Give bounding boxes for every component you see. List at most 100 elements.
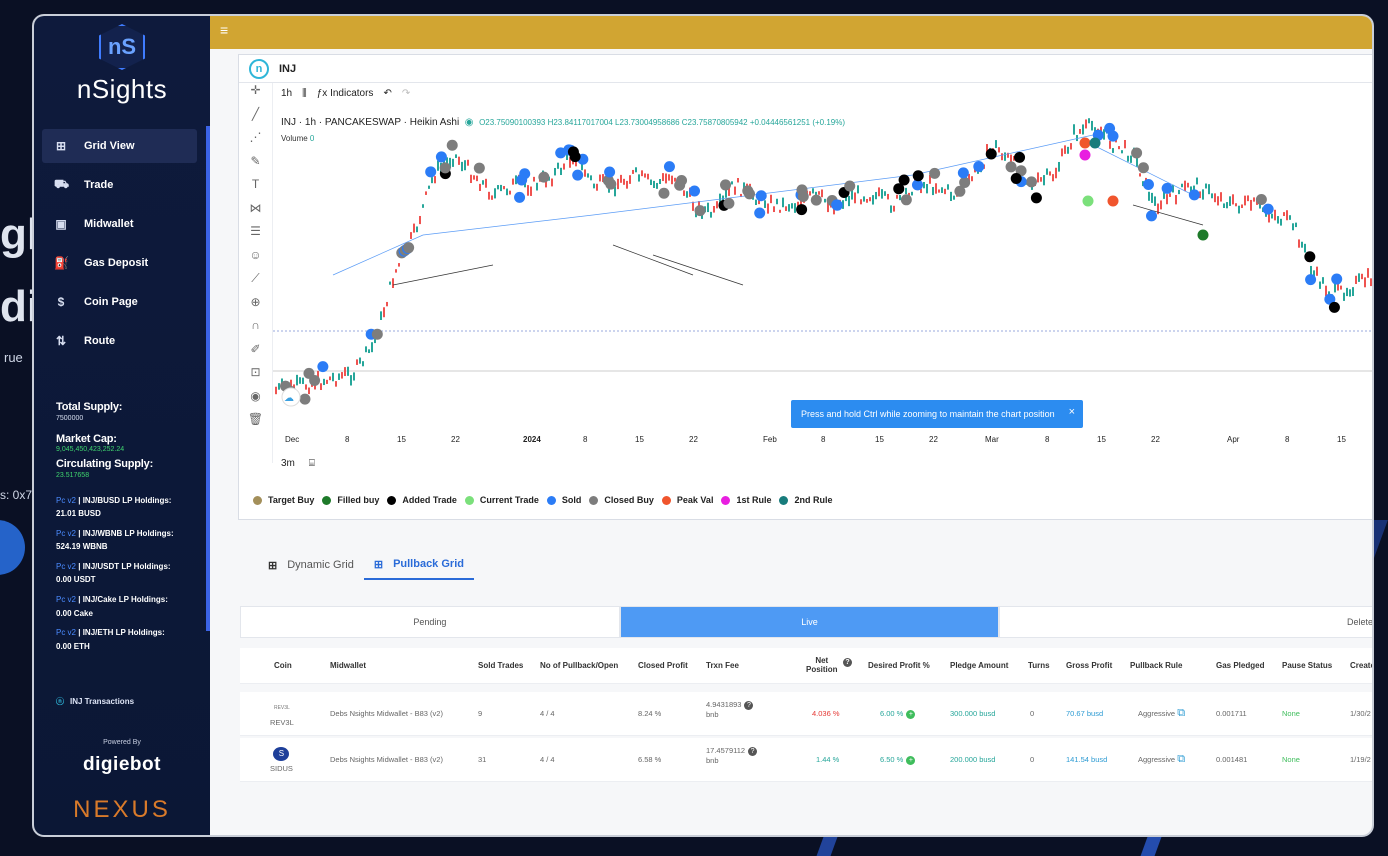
- sold-trades-cell: 31: [478, 755, 487, 764]
- candle: [620, 174, 622, 183]
- fuel-icon: ⛽: [54, 256, 69, 270]
- timeframe-select[interactable]: 3m: [281, 458, 295, 469]
- tab-delete[interactable]: Delete: [999, 606, 1372, 638]
- table-row[interactable]: S SIDUS Debs Nsights Midwallet - B83 (v2)…: [240, 738, 1372, 782]
- lock-drawing-icon[interactable]: ✐: [239, 342, 272, 366]
- sidebar-item-route[interactable]: ⇅ Route: [42, 324, 197, 358]
- inj-transactions-link[interactable]: ⓝ INJ Transactions: [56, 696, 134, 707]
- candle: [923, 181, 925, 189]
- candle: [590, 175, 592, 181]
- sidebar-item-grid-view[interactable]: ⊞ Grid View: [42, 129, 197, 163]
- date-range-icon[interactable]: ⌸: [309, 458, 315, 469]
- emoji-icon[interactable]: ☺: [239, 248, 272, 272]
- add-icon[interactable]: +: [906, 755, 916, 765]
- trade-legend: Target Buy Filled buy Added Trade Curren…: [253, 495, 840, 505]
- info-icon[interactable]: ?: [744, 701, 754, 710]
- candle: [647, 173, 649, 180]
- tab-live[interactable]: Live: [619, 606, 1000, 638]
- coin-logo: REV3L: [273, 704, 290, 711]
- info-icon[interactable]: ?: [748, 747, 758, 756]
- candle: [809, 191, 811, 196]
- candle: [398, 263, 400, 267]
- pledge-amount-cell: 200.000 busd: [950, 755, 996, 764]
- legend-dot: [546, 495, 556, 505]
- forecast-icon[interactable]: ☰: [239, 224, 272, 248]
- axis-tick-label: 8: [345, 435, 350, 444]
- magnet-icon[interactable]: ∩: [239, 318, 272, 342]
- total-supply-label: Total Supply:: [56, 401, 123, 413]
- info-icon[interactable]: ?: [843, 658, 852, 667]
- trade-markers: [280, 122, 1343, 405]
- sidebar-item-coin-page[interactable]: $ Coin Page: [42, 285, 197, 319]
- legend-dot: [779, 495, 789, 505]
- trade-marker: [1255, 193, 1267, 205]
- candle: [1187, 182, 1189, 188]
- candle: [791, 203, 793, 209]
- candle: [362, 361, 364, 367]
- candle: [1112, 148, 1114, 153]
- price-chart[interactable]: ☁: [273, 115, 1374, 435]
- redo-icon[interactable]: ↷: [402, 88, 410, 99]
- sidebar-item-trade[interactable]: ⛟ Trade: [42, 168, 197, 202]
- trade-marker: [754, 207, 766, 219]
- undo-icon[interactable]: ↶: [383, 88, 391, 99]
- sidebar-item-midwallet[interactable]: ▣ Midwallet: [42, 207, 197, 241]
- table-row[interactable]: REV3L REV3L Debs Nsights Midwallet - B83 …: [240, 692, 1372, 736]
- tab-pending[interactable]: Pending: [240, 606, 620, 638]
- sidebar-scrollbar[interactable]: [206, 126, 210, 631]
- candle: [788, 204, 790, 212]
- column-header: Closed Profit: [638, 661, 688, 670]
- candle: [818, 191, 820, 195]
- add-icon[interactable]: +: [906, 709, 916, 719]
- trade-marker: [676, 175, 688, 187]
- candle: [506, 188, 508, 196]
- fib-icon[interactable]: ⋰: [239, 130, 272, 154]
- external-link-icon[interactable]: ⧉: [1177, 707, 1185, 719]
- candle: [596, 183, 598, 191]
- indicators-button[interactable]: ƒx Indicators: [317, 88, 374, 99]
- trade-marker: [439, 162, 451, 174]
- axis-tick-label: Apr: [1227, 435, 1240, 444]
- column-header: Desired Profit %: [868, 661, 930, 670]
- candle: [593, 183, 595, 189]
- text-icon[interactable]: T: [239, 177, 272, 201]
- candle: [737, 178, 739, 183]
- pattern-icon[interactable]: ⋈: [239, 201, 272, 225]
- grid-icon: ⊞: [268, 559, 278, 572]
- pledge-amount-cell: 300.000 busd: [950, 709, 996, 718]
- close-icon[interactable]: ×: [1069, 406, 1075, 418]
- hamburger-menu-icon[interactable]: ≡: [220, 23, 234, 37]
- ruler-icon[interactable]: ⟋: [239, 271, 272, 295]
- candle: [584, 169, 586, 177]
- candle: [1316, 266, 1318, 276]
- candle: [653, 180, 655, 189]
- external-link-icon[interactable]: ⧉: [1177, 753, 1185, 765]
- eye-icon[interactable]: ◉: [239, 389, 272, 413]
- candle: [617, 178, 619, 190]
- trash-icon[interactable]: 🗑: [239, 412, 272, 436]
- candle: [1271, 213, 1273, 219]
- candle: [464, 160, 466, 171]
- candle: [1076, 134, 1078, 142]
- brush-icon[interactable]: ✎: [239, 154, 272, 178]
- tab-dynamic-grid[interactable]: ⊞ Dynamic Grid: [258, 550, 364, 580]
- brand-logo[interactable]: nS nSights: [34, 24, 210, 105]
- candle: [659, 179, 661, 185]
- drawing-toolbar: ✛ ╱ ⋰ ✎ T ⋈ ☰ ☺ ⟋ ⊕ ∩ ✐ ⊡ ◉ 🗑: [239, 83, 273, 463]
- trendline-icon[interactable]: ╱: [239, 107, 272, 131]
- candle: [1037, 172, 1039, 183]
- background-text: s: 0x7: [0, 488, 33, 502]
- zoom-icon[interactable]: ⊕: [239, 295, 272, 319]
- sidebar-item-gas-deposit[interactable]: ⛽ Gas Deposit: [42, 246, 197, 280]
- trade-marker: [604, 166, 616, 178]
- candle: [848, 195, 850, 207]
- lock-icon[interactable]: ⊡: [239, 365, 272, 389]
- candle: [1055, 167, 1057, 179]
- candle: [1160, 200, 1162, 210]
- trade-marker: [1005, 161, 1017, 173]
- crosshair-icon[interactable]: ✛: [239, 83, 272, 107]
- interval-select[interactable]: 1h: [281, 88, 292, 99]
- closed-profit-cell: 6.58 %: [638, 755, 662, 764]
- chart-type-icon[interactable]: ⫼: [302, 88, 307, 99]
- tab-pullback-grid[interactable]: ⊞ Pullback Grid: [363, 550, 474, 580]
